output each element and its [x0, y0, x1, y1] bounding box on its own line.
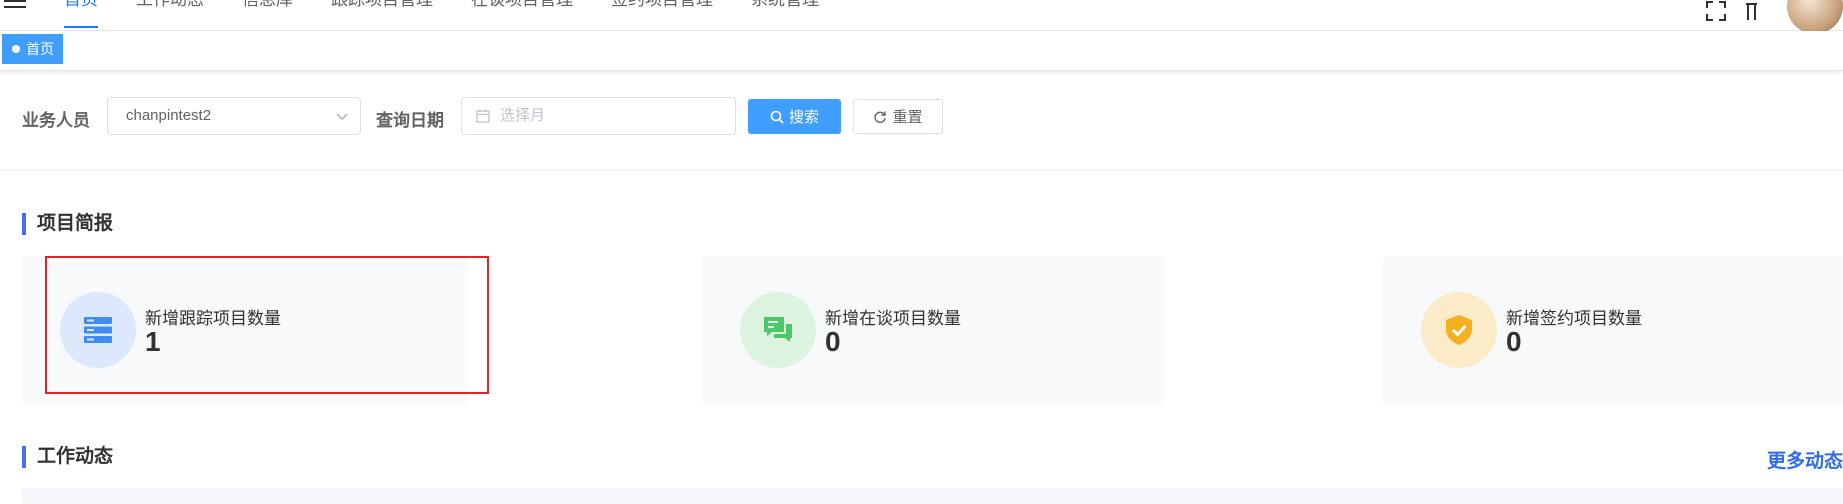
nav-item-system-admin[interactable]: 系统管理 — [751, 0, 819, 28]
chevron-down-icon — [336, 113, 348, 121]
highlight-box — [45, 256, 489, 394]
top-nav: 首页 工作动态 信息库 跟踪项目管理 在谈项目管理 签约项目管理 系统管理 — [0, 0, 1843, 34]
search-form: 业务人员 chanpintest2 查询日期 选择月 搜索 重置 — [0, 70, 1843, 171]
tag-home-label: 首页 — [26, 41, 54, 57]
negotiating-count: 0 — [825, 326, 841, 357]
staff-select[interactable]: chanpintest2 — [107, 97, 361, 135]
search-icon — [770, 110, 784, 124]
shield-check-icon — [1446, 315, 1472, 345]
updates-list-top — [22, 488, 1843, 504]
date-label: 查询日期 — [376, 111, 444, 130]
reset-button-label: 重置 — [892, 109, 923, 126]
stat-card-signed[interactable]: 新增签约项目数量 0 — [1383, 256, 1843, 406]
main-menu: 首页 工作动态 信息库 跟踪项目管理 在谈项目管理 签约项目管理 系统管理 — [64, 0, 857, 30]
fullscreen-icon[interactable] — [1705, 0, 1727, 22]
hamburger-menu-icon[interactable] — [4, 0, 26, 8]
search-button[interactable]: 搜索 — [748, 99, 841, 134]
month-picker-placeholder: 选择月 — [500, 107, 546, 124]
chat-bubbles-icon — [764, 317, 792, 342]
nav-item-tracking-projects[interactable]: 跟踪项目管理 — [331, 0, 433, 28]
top-right-tools — [1705, 0, 1843, 34]
signed-label: 新增签约项目数量 — [1506, 309, 1642, 328]
nav-item-signed-projects[interactable]: 签约项目管理 — [611, 0, 713, 28]
more-updates-link[interactable]: 更多动态 — [1767, 446, 1843, 473]
nav-item-work-updates[interactable]: 工作动态 — [136, 0, 204, 28]
active-dot-icon — [12, 45, 20, 53]
search-button-label: 搜索 — [788, 109, 819, 126]
app-page: 首页 工作动态 信息库 跟踪项目管理 在谈项目管理 签约项目管理 系统管理 首页… — [0, 0, 1843, 504]
month-picker-input[interactable]: 选择月 — [461, 97, 736, 135]
negotiating-icon-circle — [740, 292, 816, 368]
negotiating-label: 新增在谈项目数量 — [825, 309, 961, 328]
work-updates-title: 工作动态 — [22, 446, 113, 468]
user-avatar[interactable] — [1787, 0, 1843, 34]
tags-view-bar: 首页 — [0, 31, 1843, 71]
reset-button[interactable]: 重置 — [853, 99, 943, 134]
staff-select-value: chanpintest2 — [126, 107, 212, 124]
tag-home[interactable]: 首页 — [2, 34, 63, 64]
signed-count: 0 — [1506, 326, 1522, 357]
staff-label: 业务人员 — [22, 111, 90, 130]
nav-item-info-library[interactable]: 信息库 — [242, 0, 293, 28]
calendar-icon — [476, 109, 490, 123]
signed-icon-circle — [1421, 292, 1497, 368]
nav-item-home[interactable]: 首页 — [64, 0, 98, 28]
stat-card-negotiating[interactable]: 新增在谈项目数量 0 — [702, 256, 1164, 406]
nav-item-negotiating-projects[interactable]: 在谈项目管理 — [471, 0, 573, 28]
project-brief-title: 项目简报 — [22, 213, 113, 235]
font-size-icon[interactable] — [1745, 0, 1765, 22]
refresh-icon — [874, 111, 887, 123]
